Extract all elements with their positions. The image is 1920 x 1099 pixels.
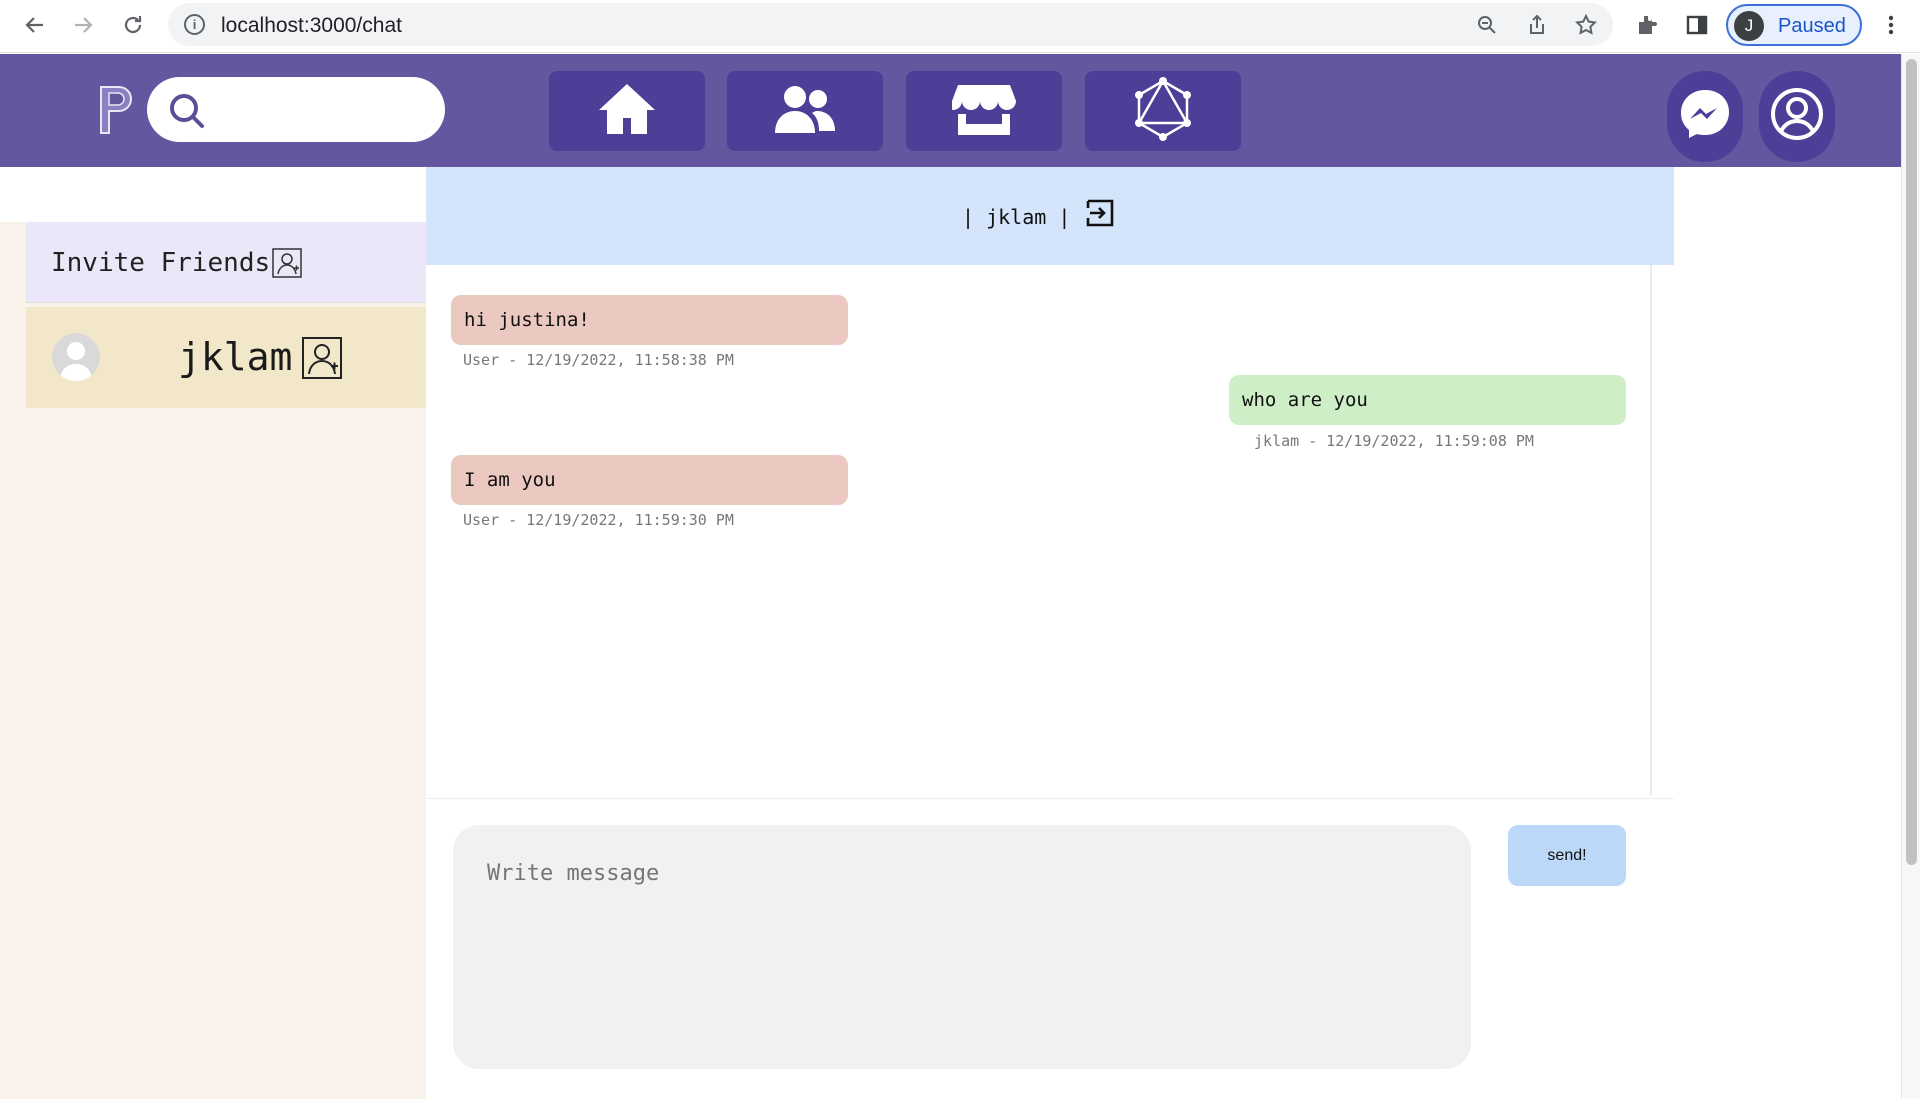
nav-friends[interactable] xyxy=(727,71,883,151)
add-user-icon[interactable] xyxy=(302,337,342,384)
app-header xyxy=(0,54,1901,167)
message-bubble-outgoing: who are you xyxy=(1229,375,1626,425)
search-icon xyxy=(167,91,207,136)
reload-icon[interactable] xyxy=(118,10,148,40)
more-icon[interactable] xyxy=(1878,12,1904,38)
sidebar-icon[interactable] xyxy=(1684,12,1710,38)
invite-friends-button[interactable]: Invite Friends xyxy=(26,222,426,303)
message-input[interactable] xyxy=(453,825,1471,1069)
url-text[interactable]: localhost:3000/chat xyxy=(221,14,402,38)
messenger-button[interactable] xyxy=(1667,71,1743,162)
messenger-icon xyxy=(1677,86,1733,147)
chat-header: | jklam | xyxy=(426,167,1674,265)
friend-item[interactable]: jklam xyxy=(26,307,426,408)
message-list[interactable]: hi justina! User - 12/19/2022, 11:58:38 … xyxy=(426,265,1652,795)
message-bubble-incoming: hi justina! xyxy=(451,295,848,345)
invite-friends-label: Invite Friends xyxy=(51,248,271,278)
share-icon[interactable] xyxy=(1524,12,1550,38)
friends-sidebar: Invite Friends jklam xyxy=(0,222,426,1099)
chat-title: | jklam | xyxy=(962,205,1071,229)
chat-page: Invite Friends jklam | jklam | hi justin… xyxy=(0,167,1901,1099)
address-bar[interactable]: i localhost:3000/chat xyxy=(168,3,1613,46)
info-icon[interactable]: i xyxy=(184,14,205,35)
forward-icon[interactable] xyxy=(68,10,98,40)
profile-button[interactable]: J Paused xyxy=(1726,4,1862,46)
message-meta: User - 12/19/2022, 11:59:30 PM xyxy=(463,511,734,529)
zoom-icon[interactable] xyxy=(1474,12,1500,38)
message-meta: User - 12/19/2022, 11:58:38 PM xyxy=(463,351,734,369)
friends-icon xyxy=(773,83,837,140)
app-logo[interactable] xyxy=(95,84,135,136)
page-scrollbar[interactable] xyxy=(1901,54,1920,1099)
add-user-icon xyxy=(272,248,302,283)
account-icon xyxy=(1769,86,1825,147)
account-button[interactable] xyxy=(1759,71,1835,162)
profile-status: Paused xyxy=(1778,15,1846,37)
browser-toolbar: i localhost:3000/chat J Paused xyxy=(0,0,1920,53)
message-composer: send! xyxy=(426,798,1674,1099)
friend-name: jklam xyxy=(178,335,293,379)
message-bubble-incoming: I am you xyxy=(451,455,848,505)
leave-chat-icon[interactable] xyxy=(1086,199,1114,232)
back-icon[interactable] xyxy=(20,10,50,40)
send-button[interactable]: send! xyxy=(1508,825,1626,886)
star-icon[interactable] xyxy=(1573,12,1599,38)
message-meta: jklam - 12/19/2022, 11:59:08 PM xyxy=(1254,432,1534,450)
scrollbar-thumb[interactable] xyxy=(1906,59,1917,865)
avatar xyxy=(52,333,100,381)
profile-avatar: J xyxy=(1734,11,1764,41)
store-icon xyxy=(950,81,1016,142)
search-input[interactable] xyxy=(147,77,445,142)
nav-store[interactable] xyxy=(906,71,1062,151)
nav-graphql[interactable] xyxy=(1085,71,1241,151)
graphql-icon xyxy=(1133,76,1193,146)
extensions-icon[interactable] xyxy=(1634,12,1660,38)
home-icon xyxy=(596,80,658,143)
nav-home[interactable] xyxy=(549,71,705,151)
